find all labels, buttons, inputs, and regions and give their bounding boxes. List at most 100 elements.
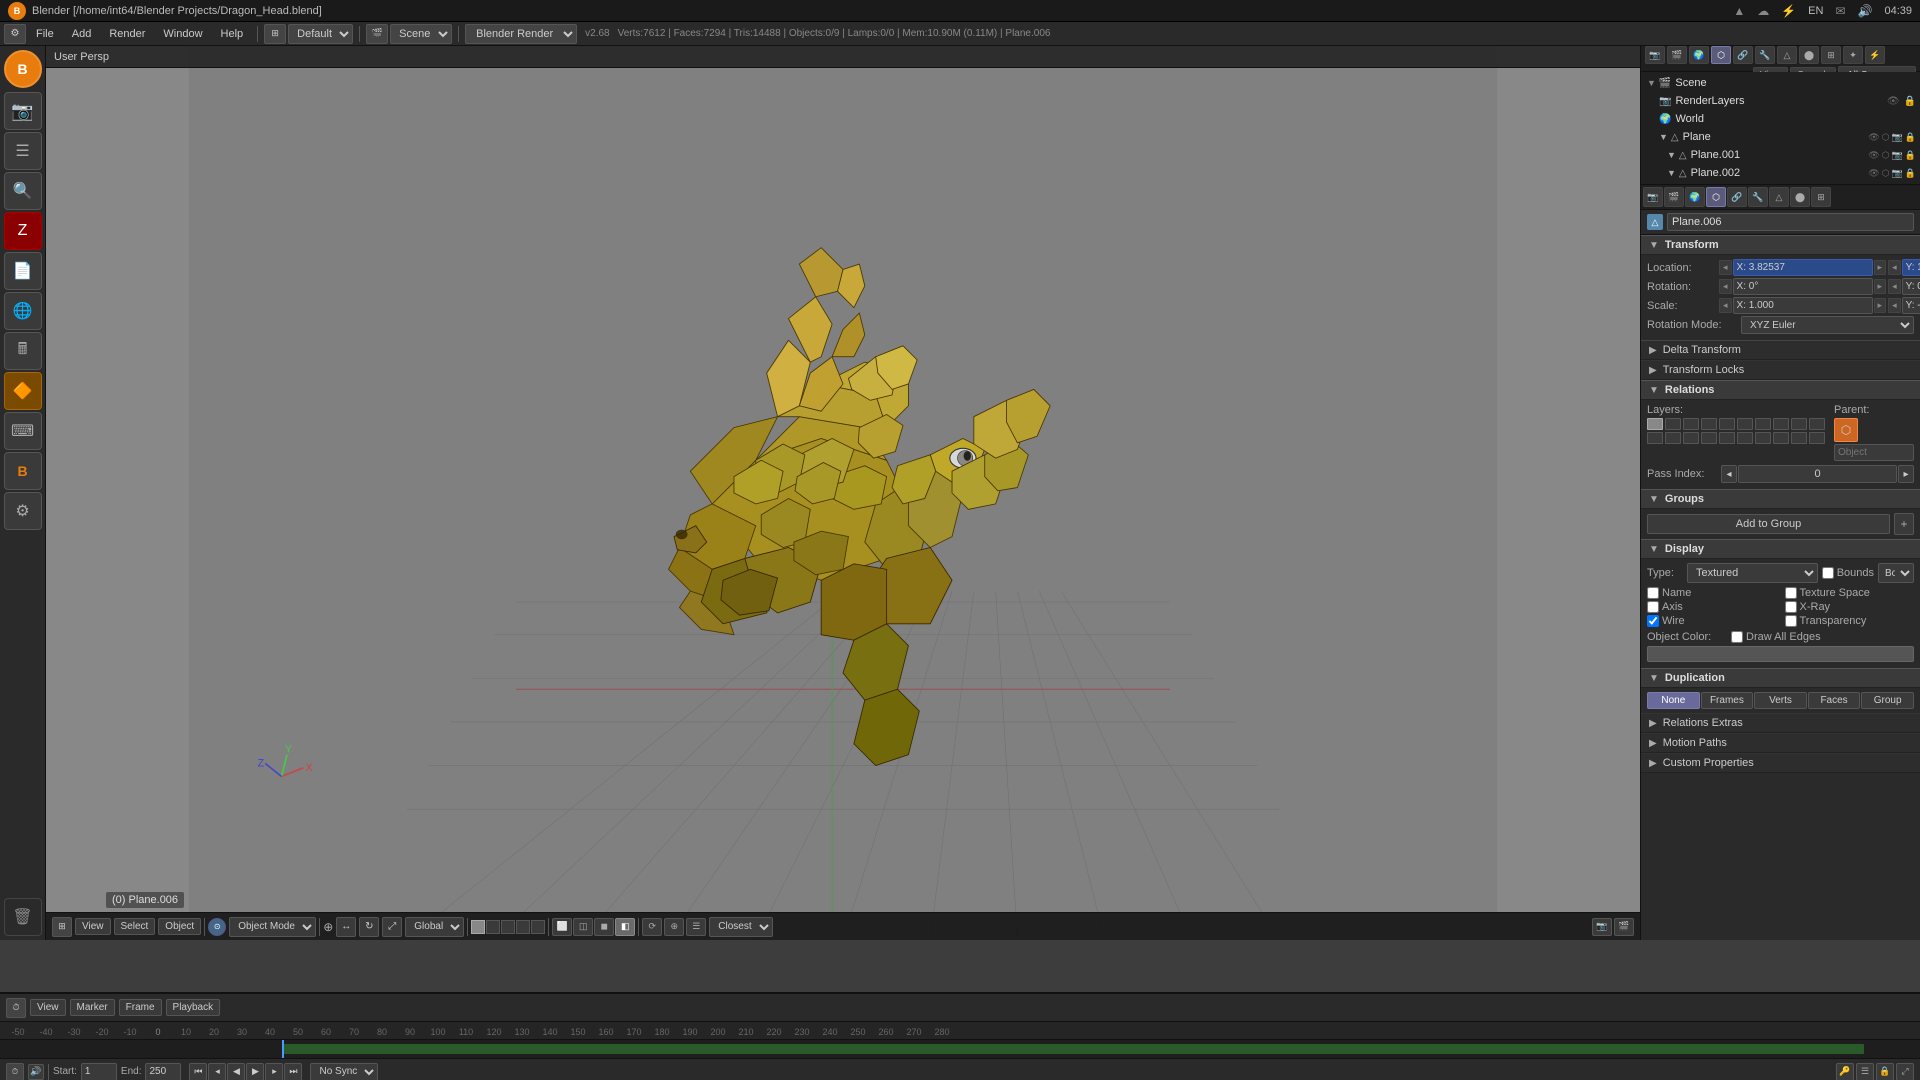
start-input[interactable] [81, 1063, 117, 1080]
layer-10[interactable] [1809, 418, 1825, 430]
pi-material[interactable]: ⬤ [1790, 187, 1810, 207]
prev-frame-btn[interactable]: ◂ [208, 1063, 226, 1080]
dup-tab-none[interactable]: None [1647, 692, 1700, 709]
rot-y-input[interactable] [1902, 278, 1920, 295]
tl-icon-small[interactable]: ⏱ [6, 1063, 24, 1080]
mode-select[interactable]: Object Mode [229, 917, 316, 937]
pi-world[interactable]: 🌍 [1685, 187, 1705, 207]
pivot-select[interactable]: Global [405, 917, 464, 937]
obj-color-swatch[interactable] [1647, 646, 1914, 662]
display-section-header[interactable]: ▼ Display [1641, 539, 1920, 559]
loc-x-input[interactable] [1733, 259, 1873, 276]
layer-16[interactable] [1737, 432, 1753, 444]
add-to-group-button[interactable]: Add to Group [1647, 514, 1890, 534]
prop-tab-particles[interactable]: ✦ [1843, 46, 1863, 64]
sidebar-orange-btn[interactable]: 🔶 [4, 372, 42, 410]
layer-11[interactable] [1647, 432, 1663, 444]
scale-y-input[interactable] [1902, 297, 1920, 314]
sidebar-zotero-btn[interactable]: Z [4, 212, 42, 250]
scale-x-input[interactable] [1733, 297, 1873, 314]
layer-13[interactable] [1683, 432, 1699, 444]
menu-render[interactable]: Render [101, 26, 153, 42]
pass-index-input[interactable] [1738, 465, 1897, 483]
delta-transform-header[interactable]: ▶ Delta Transform [1641, 340, 1920, 360]
name-checkbox[interactable] [1647, 587, 1659, 599]
bounds-type-select[interactable]: Box [1878, 563, 1914, 583]
prop-tab-data[interactable]: △ [1777, 46, 1797, 64]
tree-item-plane[interactable]: ▼ △ Plane 👁 ⬡ 📷 🔒 [1643, 128, 1918, 146]
layer-19[interactable] [1791, 432, 1807, 444]
pi-modifiers[interactable]: 🔧 [1748, 187, 1768, 207]
sidebar-terminal-btn[interactable]: ⌨ [4, 412, 42, 450]
tl-view-btn[interactable]: View [30, 999, 66, 1016]
menu-add[interactable]: Add [64, 26, 100, 42]
layer-5[interactable] [1719, 418, 1735, 430]
tl-lock-btn[interactable]: 🔒 [1876, 1063, 1894, 1080]
pi-data[interactable]: △ [1769, 187, 1789, 207]
dup-tab-group[interactable]: Group [1861, 692, 1914, 709]
scene-select[interactable]: Scene [390, 24, 452, 44]
menu-icon-btn[interactable]: ⚙ [4, 24, 26, 44]
duplication-section-header[interactable]: ▼ Duplication [1641, 668, 1920, 688]
tl-icon-btn[interactable]: ⏱ [6, 998, 26, 1018]
play-btn[interactable]: ▶ [246, 1063, 264, 1080]
wire-checkbox[interactable] [1647, 615, 1659, 627]
obj-name-input[interactable] [1667, 213, 1914, 231]
prop-tab-constraints[interactable]: 🔗 [1733, 46, 1753, 64]
pi-render[interactable]: 📷 [1643, 187, 1663, 207]
pass-decrement[interactable]: ◂ [1721, 465, 1737, 483]
tree-item-plane002[interactable]: ▼ △ Plane.002 👁 ⬡ 📷 🔒 [1643, 164, 1918, 182]
prop-tab-scene[interactable]: 🎬 [1667, 46, 1687, 64]
next-frame-btn[interactable]: ▸ [265, 1063, 283, 1080]
transparency-check-row[interactable]: Transparency [1785, 615, 1915, 627]
pi-texture[interactable]: ⊞ [1811, 187, 1831, 207]
prop-tab-world[interactable]: 🌍 [1689, 46, 1709, 64]
pi-scene[interactable]: 🎬 [1664, 187, 1684, 207]
parent-input[interactable] [1834, 444, 1914, 461]
tl-more-btn[interactable]: ☰ [1856, 1063, 1874, 1080]
dup-tab-verts[interactable]: Verts [1754, 692, 1807, 709]
vp-icon-btn[interactable]: ⊞ [52, 917, 72, 937]
dup-tab-faces[interactable]: Faces [1808, 692, 1861, 709]
tl-playback-icon[interactable]: 🔊 [28, 1064, 44, 1080]
layer-9[interactable] [1791, 418, 1807, 430]
custom-props-header[interactable]: ▶ Custom Properties [1641, 753, 1920, 773]
axis-check-row[interactable]: Axis [1647, 601, 1777, 613]
layer-3[interactable] [1683, 418, 1699, 430]
tl-playback-btn[interactable]: Playback [166, 999, 221, 1016]
tl-marker-btn[interactable]: Marker [70, 999, 115, 1016]
sidebar-outliner-btn[interactable]: ☰ [4, 132, 42, 170]
layout-icon-btn[interactable]: ⊞ [264, 24, 286, 44]
transform-section-header[interactable]: ▼ Transform [1641, 235, 1920, 255]
sidebar-calc-btn[interactable]: 🖩 [4, 332, 42, 370]
texture-space-check-row[interactable]: Texture Space [1785, 587, 1915, 599]
tree-item-plane001[interactable]: ▼ △ Plane.001 👁 ⬡ 📷 🔒 [1643, 146, 1918, 164]
prop-tab-physics[interactable]: ⚡ [1865, 46, 1885, 64]
camera-btn[interactable]: 📷 [1592, 918, 1612, 936]
manip-icon3[interactable]: ⤢ [382, 917, 402, 937]
sidebar-render-btn[interactable]: 📷 [4, 92, 42, 130]
prop-tab-render[interactable]: 📷 [1645, 46, 1665, 64]
texture-space-checkbox[interactable] [1785, 587, 1797, 599]
play-reverse-btn[interactable]: ◀ [227, 1063, 245, 1080]
menu-window[interactable]: Window [155, 26, 210, 42]
manip-icon2[interactable]: ↻ [359, 917, 379, 937]
groups-section-header[interactable]: ▼ Groups [1641, 489, 1920, 509]
tree-item-world[interactable]: 🌍 World [1643, 110, 1918, 128]
menu-help[interactable]: Help [213, 26, 252, 42]
vp-select-btn[interactable]: Select [114, 918, 156, 935]
layer-4[interactable] [1701, 418, 1717, 430]
engine-select[interactable]: Blender Render [465, 24, 577, 44]
sidebar-file-btn[interactable]: 📄 [4, 252, 42, 290]
layer-grid-btns[interactable] [471, 920, 545, 934]
prop-tab-modifiers[interactable]: 🔧 [1755, 46, 1775, 64]
sidebar-search-btn[interactable]: 🔍 [4, 172, 42, 210]
axis-checkbox[interactable] [1647, 601, 1659, 613]
transform-locks-header[interactable]: ▶ Transform Locks [1641, 360, 1920, 380]
prop-tab-texture[interactable]: ⊞ [1821, 46, 1841, 64]
prop-tab-object[interactable]: ⬡ [1711, 46, 1731, 64]
vp-view-btn[interactable]: View [75, 918, 111, 935]
tl-key-btn[interactable]: 🔑 [1836, 1063, 1854, 1080]
draw-all-edges-checkbox[interactable] [1731, 631, 1743, 643]
name-check-row[interactable]: Name [1647, 587, 1777, 599]
